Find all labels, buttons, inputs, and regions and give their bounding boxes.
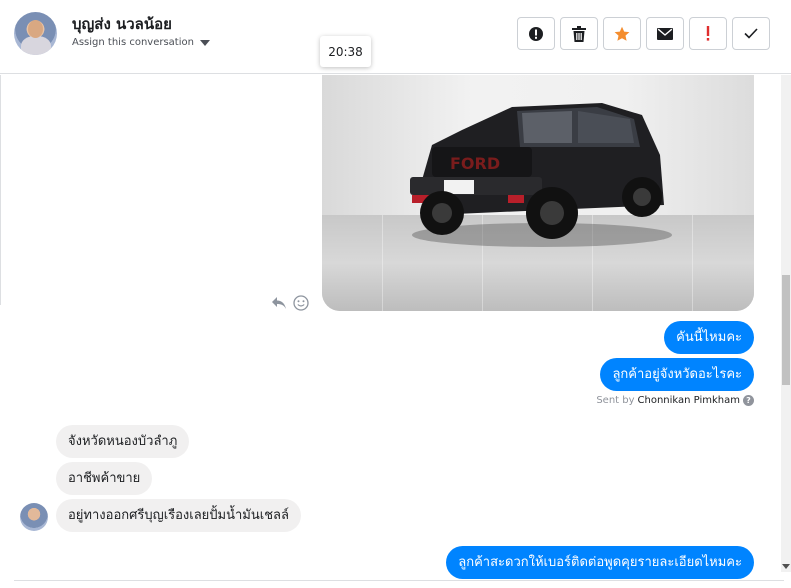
follow-up-button[interactable] [689,17,727,50]
trash-icon [572,25,586,42]
assign-label: Assign this conversation [72,37,194,48]
mark-spam-button[interactable] [517,17,555,50]
exclamation-icon [706,26,710,41]
outgoing-message[interactable]: คันนี้ไหมคะ [664,321,754,354]
contact-name[interactable]: บุญส่ง นวลน้อย [72,12,172,36]
checkmark-icon [744,28,758,39]
avatar-body [21,36,51,55]
message-thread: FORD คันนี้ไหมคะ ลูกค้าอยู่จังหวัดอะไรคะ… [0,75,781,580]
star-icon [614,26,630,41]
sender-name[interactable]: Chonnikan Pimkham [638,395,740,406]
thread-scrollbar[interactable] [781,75,791,572]
incoming-message[interactable]: จังหวัดหนองบัวลำภู [56,425,190,458]
car-photo-attachment[interactable]: FORD [322,75,754,311]
attachment-actions [271,295,309,311]
outgoing-message[interactable]: ลูกค้าสะดวกให้เบอร์ติดต่อพูดคุยรายละเอีย… [446,546,754,579]
delete-button[interactable] [560,17,598,50]
conversation-toolbar [517,17,770,50]
help-icon[interactable]: ? [743,395,754,406]
scroll-down-arrow-icon[interactable] [782,564,790,569]
mark-unread-button[interactable] [646,17,684,50]
message-composer-edge [14,580,784,588]
mark-done-button[interactable] [732,17,770,50]
sent-by-prefix: Sent by [596,395,635,406]
floor-tile-line [692,215,693,311]
chevron-down-icon [199,39,210,46]
floor-tile-line [382,215,383,311]
avatar-face [28,20,43,38]
conversation-window: บุญส่ง นวลน้อย Assign this conversation [0,0,791,588]
sent-by-label: Sent by Chonnikan Pimkham ? [596,395,754,406]
assign-conversation-dropdown[interactable]: Assign this conversation [72,37,210,48]
scrollbar-thumb[interactable] [782,275,790,385]
conversation-header: บุญส่ง นวลน้อย Assign this conversation [0,0,791,74]
contact-avatar[interactable] [14,12,57,55]
smiley-icon[interactable] [293,295,309,311]
svg-text:FORD: FORD [450,154,500,173]
incoming-message[interactable]: อยู่ทางออกศรีบุญเรืองเลยปั้มน้ำมันเชลล์ [56,499,301,532]
message-time-tooltip: 20:38 [320,36,371,67]
envelope-icon [657,27,673,40]
exclamation-circle-icon [529,26,543,41]
star-button[interactable] [603,17,641,50]
outgoing-message[interactable]: ลูกค้าอยู่จังหวัดอะไรคะ [600,358,754,391]
incoming-message[interactable]: อาชีพค้าขาย [56,462,153,495]
reply-arrow-icon[interactable] [271,296,287,310]
contact-avatar-small[interactable] [20,503,48,531]
suv-image: FORD [410,103,672,247]
